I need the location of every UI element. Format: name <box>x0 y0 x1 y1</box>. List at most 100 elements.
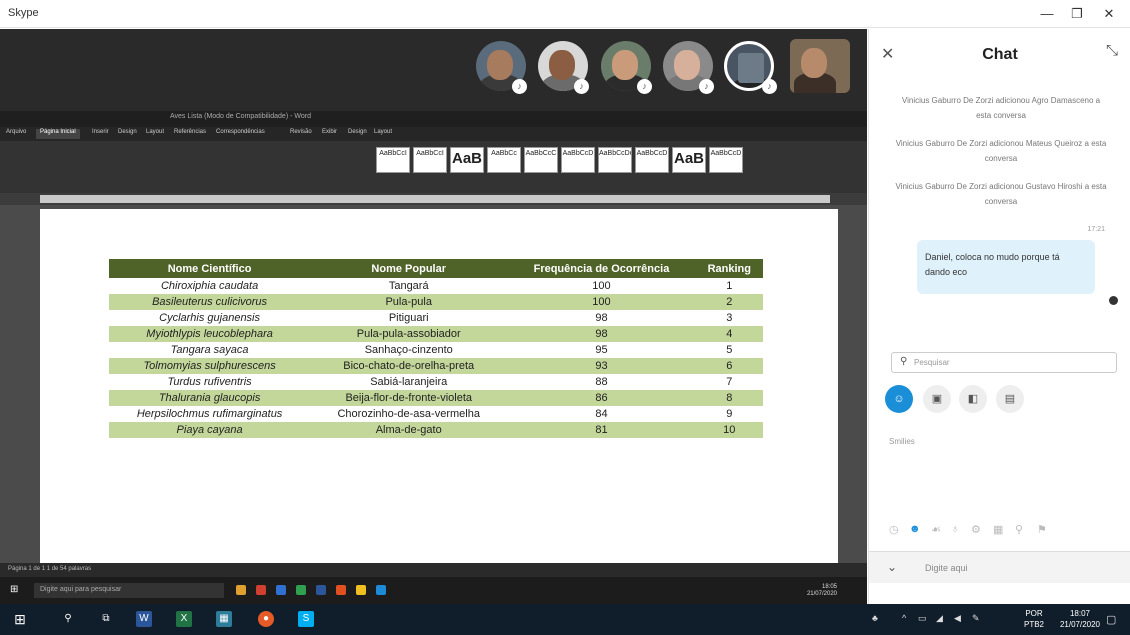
table-row: Basileuterus culicivorus Pula-pula 100 2 <box>109 294 763 310</box>
object-icon[interactable]: ⚲ <box>1015 523 1023 536</box>
emoticon-search-input[interactable]: ⚲ Pesquisar <box>891 352 1117 373</box>
shared-taskbar: ⊞ Digite aqui para pesquisar 18:05 21/07… <box>0 577 867 604</box>
word-icon[interactable]: W <box>136 611 152 627</box>
style-heading-1[interactable]: AaB <box>450 147 484 173</box>
windows-start-icon[interactable]: ⊞ <box>12 611 28 627</box>
network-icon[interactable]: ◢ <box>936 613 943 624</box>
cell-popular: Alma-de-gato <box>310 422 508 438</box>
app-icon <box>256 585 266 595</box>
flag-icon[interactable]: ⚑ <box>1037 523 1047 536</box>
battery-icon[interactable]: ▭ <box>918 613 927 624</box>
gifs-category-button[interactable]: ▤ <box>996 385 1024 413</box>
style-heading-5[interactable]: AaBbCcDd <box>598 147 632 173</box>
stickers-category-button[interactable]: ◧ <box>959 385 987 413</box>
style-heading-2[interactable]: AaBbCc <box>487 147 521 173</box>
photos-icon[interactable]: ▦ <box>216 611 232 627</box>
call-stage: ♪ ♪ ♪ ♪ ♪ Aves Lista (Modo de Compatibil… <box>0 29 867 604</box>
word-tab[interactable]: Revisão <box>290 129 312 139</box>
excel-icon[interactable]: X <box>176 611 192 627</box>
table-row: Chiroxiphia caudata Tangará 100 1 <box>109 278 763 294</box>
word-tab[interactable]: Arquivo <box>6 129 26 139</box>
style-normal[interactable]: AaBbCcI <box>376 147 410 173</box>
restore-button[interactable]: ❐ <box>1062 3 1092 25</box>
message-input[interactable]: Digite aqui <box>925 563 968 573</box>
recent-icon[interactable]: ◷ <box>889 523 899 536</box>
skype-icon[interactable]: S <box>298 611 314 627</box>
expand-icon[interactable]: ⤡ <box>1106 42 1118 59</box>
word-tab[interactable]: Exibir <box>322 129 337 139</box>
mic-icon: ♪ <box>699 79 714 94</box>
table-row: Turdus rufiventris Sabiá-laranjeira 88 7 <box>109 374 763 390</box>
cell-ranking: 2 <box>695 294 763 310</box>
word-tab[interactable]: Referências <box>174 129 206 139</box>
compose-bar: ⌄ Digite aqui <box>869 551 1130 583</box>
task-view-icon[interactable]: ⧉ <box>98 611 114 627</box>
style-heading-4[interactable]: AaBbCcD <box>561 147 595 173</box>
word-tab[interactable]: Design <box>348 129 367 139</box>
word-tab[interactable]: Layout <box>146 129 164 139</box>
word-title-bar: Aves Lista (Modo de Compatibilidade) - W… <box>0 111 867 127</box>
table-row: Thalurania glaucopis Beija-flor-de-fronte… <box>109 390 763 406</box>
cell-ranking: 9 <box>726 408 733 420</box>
animal-icon[interactable]: ☙ <box>931 523 941 536</box>
folder-icon <box>356 585 366 595</box>
skype-icon <box>376 585 386 595</box>
chevron-down-icon[interactable]: ⌄ <box>887 560 897 574</box>
mojis-category-button[interactable]: ▣ <box>923 385 951 413</box>
people-icon[interactable]: ♣ <box>872 613 878 623</box>
cell-ranking: 4 <box>695 326 763 342</box>
shared-taskbar-clock: 18:05 21/07/2020 <box>807 584 837 598</box>
emoticons-category-button[interactable]: ☺ <box>885 385 913 413</box>
style-title[interactable]: AaB <box>672 147 706 173</box>
style-no-spacing[interactable]: AaBbCcI <box>413 147 447 173</box>
table-row: Cyclarhis gujanensis Pitiguari 98 3 <box>109 310 763 326</box>
word-tab[interactable]: Página Inicial <box>36 129 80 139</box>
search-placeholder: Pesquisar <box>914 358 950 367</box>
smiley-tab-icon[interactable]: ☻ <box>909 523 921 535</box>
windows-taskbar: ⊞ ⚲ ⧉ W X ▦ ● S ♣ ^ ▭ ◢ ◀ ✎ POR PTB2 18:… <box>0 604 1130 635</box>
notification-icon[interactable]: ▢ <box>1106 613 1116 626</box>
cell-frequency: 98 <box>507 326 696 342</box>
system-message: Vinicius Gaburro De Zorzi adicionou Mate… <box>895 139 1107 163</box>
cell-scientific: Chiroxiphia caudata <box>160 280 259 292</box>
volume-icon[interactable]: ◀ <box>954 613 961 624</box>
minimize-button[interactable]: — <box>1032 3 1062 25</box>
chrome-icon[interactable]: ● <box>258 611 274 627</box>
table-row: Tangara sayaca Sanhaço-cinzento 95 5 <box>109 342 763 358</box>
word-tab[interactable]: Layout <box>374 129 392 139</box>
participant-avatar-6[interactable] <box>790 39 850 93</box>
mic-icon: ♪ <box>762 79 777 94</box>
word-document-title: Aves Lista (Modo de Compatibilidade) - W… <box>170 113 311 120</box>
taskbar-clock[interactable]: 18:07 21/07/2020 <box>1060 608 1100 630</box>
mic-icon: ♪ <box>574 79 589 94</box>
word-tab[interactable]: Correspondências <box>216 129 265 139</box>
word-icon <box>316 585 326 595</box>
close-button[interactable]: ✕ <box>1094 3 1124 25</box>
word-tab[interactable]: Inserir <box>92 129 109 139</box>
cell-frequency: 98 <box>595 312 608 324</box>
style-subtitle[interactable]: AaBbCcD <box>709 147 743 173</box>
cell-scientific: Myiothlypis leucoblephara <box>109 326 311 342</box>
horizontal-ruler <box>0 193 867 205</box>
mic-icon: ♪ <box>512 79 527 94</box>
header-ranking: Ranking <box>695 259 763 278</box>
cell-scientific: Tangara sayaca <box>170 344 249 356</box>
travel-icon[interactable]: ▦ <box>993 523 1003 536</box>
language-code: POR <box>1025 609 1043 618</box>
chat-message-bubble[interactable]: Daniel, coloca no mudo porque tá dando e… <box>917 240 1095 294</box>
chevron-up-icon[interactable]: ^ <box>902 613 906 623</box>
sport-icon[interactable]: ⚙ <box>971 523 981 536</box>
style-heading-6[interactable]: AaBbCcD <box>635 147 669 173</box>
cell-popular: Pitiguari <box>388 312 429 324</box>
food-icon[interactable]: ♁ <box>951 523 959 535</box>
word-tab[interactable]: Design <box>118 129 137 139</box>
mic-icon: ♪ <box>637 79 652 94</box>
search-icon[interactable]: ⚲ <box>60 611 76 627</box>
language-indicator[interactable]: POR PTB2 <box>1024 608 1044 630</box>
pen-icon[interactable]: ✎ <box>972 613 980 624</box>
cell-frequency: 100 <box>592 280 611 292</box>
smileys-label: Smilies <box>889 437 915 446</box>
cell-ranking: 7 <box>726 376 733 388</box>
table-row: Tolmomyias sulphurescens Bico-chato-de-or… <box>109 358 763 374</box>
style-heading-3[interactable]: AaBbCcC <box>524 147 558 173</box>
